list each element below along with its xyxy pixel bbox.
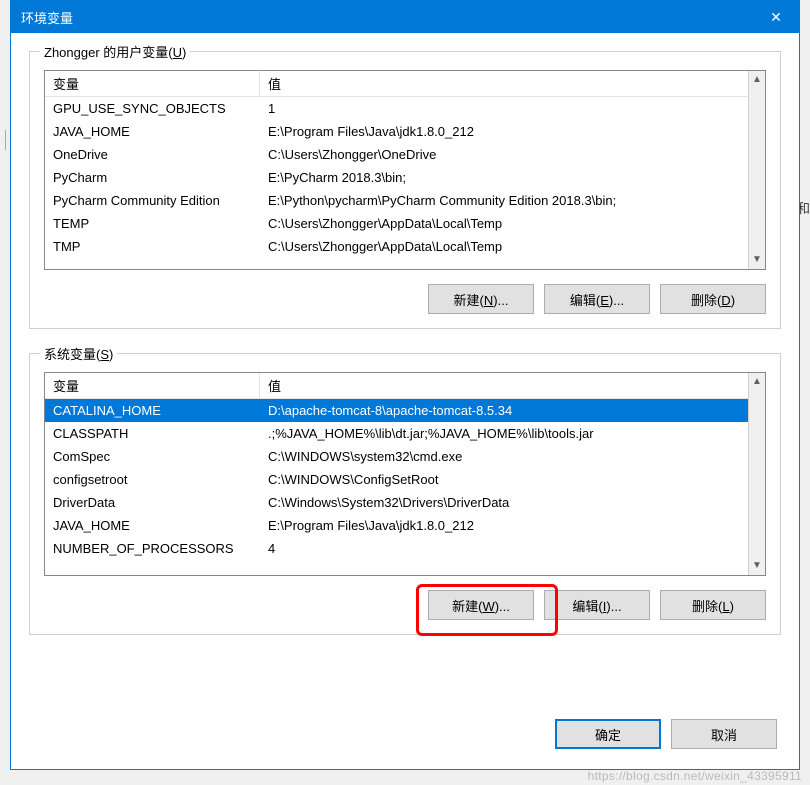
- var-value-cell: E:\Program Files\Java\jdk1.8.0_212: [260, 122, 748, 141]
- system-vars-table[interactable]: 变量 值 CATALINA_HOMED:\apache-tomcat-8\apa…: [44, 372, 766, 576]
- var-name-cell: ComSpec: [45, 447, 260, 466]
- titlebar[interactable]: 环境变量 ✕: [11, 1, 799, 33]
- var-name-cell: NUMBER_OF_PROCESSORS: [45, 539, 260, 558]
- var-value-cell: C:\Users\Zhongger\AppData\Local\Temp: [260, 214, 748, 233]
- var-value-cell: E:\Program Files\Java\jdk1.8.0_212: [260, 516, 748, 535]
- user-vars-buttons: 新建(N)... 编辑(E)... 删除(D): [44, 284, 766, 314]
- user-new-button[interactable]: 新建(N)...: [428, 284, 534, 314]
- env-vars-dialog: 环境变量 ✕ Zhongger 的用户变量(U) 变量 值 GPU_USE_SY…: [10, 0, 800, 770]
- var-value-cell: C:\WINDOWS\ConfigSetRoot: [260, 470, 748, 489]
- table-row[interactable]: NUMBER_OF_PROCESSORS4: [45, 537, 748, 560]
- var-value-cell: E:\PyCharm 2018.3\bin;: [260, 168, 748, 187]
- table-row[interactable]: TEMPC:\Users\Zhongger\AppData\Local\Temp: [45, 212, 748, 235]
- table-row[interactable]: TMPC:\Users\Zhongger\AppData\Local\Temp: [45, 235, 748, 258]
- var-name-cell: configsetroot: [45, 470, 260, 489]
- var-name-cell: DriverData: [45, 493, 260, 512]
- system-vars-buttons: 新建(W)... 编辑(I)... 删除(L): [44, 590, 766, 620]
- dialog-title: 环境变量: [21, 8, 73, 27]
- user-vars-group: Zhongger 的用户变量(U) 变量 值 GPU_USE_SYNC_OBJE…: [29, 51, 781, 329]
- scroll-up-icon[interactable]: ▲: [752, 375, 762, 389]
- col-header-value[interactable]: 值: [260, 373, 748, 399]
- dialog-footer: 确定 取消: [29, 719, 781, 751]
- var-value-cell: D:\apache-tomcat-8\apache-tomcat-8.5.34: [260, 401, 748, 420]
- ok-button[interactable]: 确定: [555, 719, 661, 749]
- table-row[interactable]: DriverDataC:\Windows\System32\Drivers\Dr…: [45, 491, 748, 514]
- user-table-header: 变量 值: [45, 71, 748, 97]
- system-vars-group: 系统变量(S) 变量 值 CATALINA_HOMED:\apache-tomc…: [29, 353, 781, 635]
- var-value-cell: C:\Windows\System32\Drivers\DriverData: [260, 493, 748, 512]
- table-row[interactable]: PyCharm Community EditionE:\Python\pycha…: [45, 189, 748, 212]
- var-name-cell: PyCharm Community Edition: [45, 191, 260, 210]
- user-delete-button[interactable]: 删除(D): [660, 284, 766, 314]
- col-header-value[interactable]: 值: [260, 71, 748, 97]
- var-value-cell: C:\Users\Zhongger\OneDrive: [260, 145, 748, 164]
- var-name-cell: TEMP: [45, 214, 260, 233]
- scroll-down-icon[interactable]: ▼: [752, 253, 762, 267]
- system-table-scrollbar[interactable]: ▲ ▼: [748, 373, 765, 575]
- system-edit-button[interactable]: 编辑(I)...: [544, 590, 650, 620]
- table-row[interactable]: GPU_USE_SYNC_OBJECTS1: [45, 97, 748, 120]
- var-value-cell: 4: [260, 539, 748, 558]
- table-row[interactable]: JAVA_HOMEE:\Program Files\Java\jdk1.8.0_…: [45, 514, 748, 537]
- table-row[interactable]: configsetrootC:\WINDOWS\ConfigSetRoot: [45, 468, 748, 491]
- system-new-button[interactable]: 新建(W)...: [428, 590, 534, 620]
- user-vars-table[interactable]: 变量 值 GPU_USE_SYNC_OBJECTS1JAVA_HOMEE:\Pr…: [44, 70, 766, 270]
- cancel-button[interactable]: 取消: [671, 719, 777, 749]
- system-vars-label: 系统变量(S): [40, 344, 117, 363]
- table-row[interactable]: PyCharmE:\PyCharm 2018.3\bin;: [45, 166, 748, 189]
- close-button[interactable]: ✕: [753, 1, 799, 33]
- system-table-header: 变量 值: [45, 373, 748, 399]
- col-header-variable[interactable]: 变量: [45, 373, 260, 399]
- var-name-cell: TMP: [45, 237, 260, 256]
- var-name-cell: CLASSPATH: [45, 424, 260, 443]
- var-name-cell: OneDrive: [45, 145, 260, 164]
- table-row[interactable]: CLASSPATH.;%JAVA_HOME%\lib\dt.jar;%JAVA_…: [45, 422, 748, 445]
- watermark-text: https://blog.csdn.net/weixin_43395911: [588, 769, 802, 783]
- scroll-up-icon[interactable]: ▲: [752, 73, 762, 87]
- background-edge: [0, 130, 6, 150]
- var-name-cell: CATALINA_HOME: [45, 401, 260, 420]
- table-row[interactable]: CATALINA_HOMED:\apache-tomcat-8\apache-t…: [45, 399, 748, 422]
- var-value-cell: E:\Python\pycharm\PyCharm Community Edit…: [260, 191, 748, 210]
- var-value-cell: C:\WINDOWS\system32\cmd.exe: [260, 447, 748, 466]
- var-name-cell: GPU_USE_SYNC_OBJECTS: [45, 99, 260, 118]
- scroll-down-icon[interactable]: ▼: [752, 559, 762, 573]
- table-row[interactable]: JAVA_HOMEE:\Program Files\Java\jdk1.8.0_…: [45, 120, 748, 143]
- dialog-content: Zhongger 的用户变量(U) 变量 值 GPU_USE_SYNC_OBJE…: [11, 33, 799, 769]
- var-name-cell: JAVA_HOME: [45, 516, 260, 535]
- user-table-scrollbar[interactable]: ▲ ▼: [748, 71, 765, 269]
- col-header-variable[interactable]: 变量: [45, 71, 260, 97]
- var-value-cell: 1: [260, 99, 748, 118]
- table-row[interactable]: ComSpecC:\WINDOWS\system32\cmd.exe: [45, 445, 748, 468]
- user-edit-button[interactable]: 编辑(E)...: [544, 284, 650, 314]
- close-icon: ✕: [770, 9, 782, 26]
- user-vars-label: Zhongger 的用户变量(U): [40, 42, 190, 61]
- var-name-cell: PyCharm: [45, 168, 260, 187]
- system-delete-button[interactable]: 删除(L): [660, 590, 766, 620]
- table-row[interactable]: OneDriveC:\Users\Zhongger\OneDrive: [45, 143, 748, 166]
- var-name-cell: JAVA_HOME: [45, 122, 260, 141]
- var-value-cell: C:\Users\Zhongger\AppData\Local\Temp: [260, 237, 748, 256]
- var-value-cell: .;%JAVA_HOME%\lib\dt.jar;%JAVA_HOME%\lib…: [260, 424, 748, 443]
